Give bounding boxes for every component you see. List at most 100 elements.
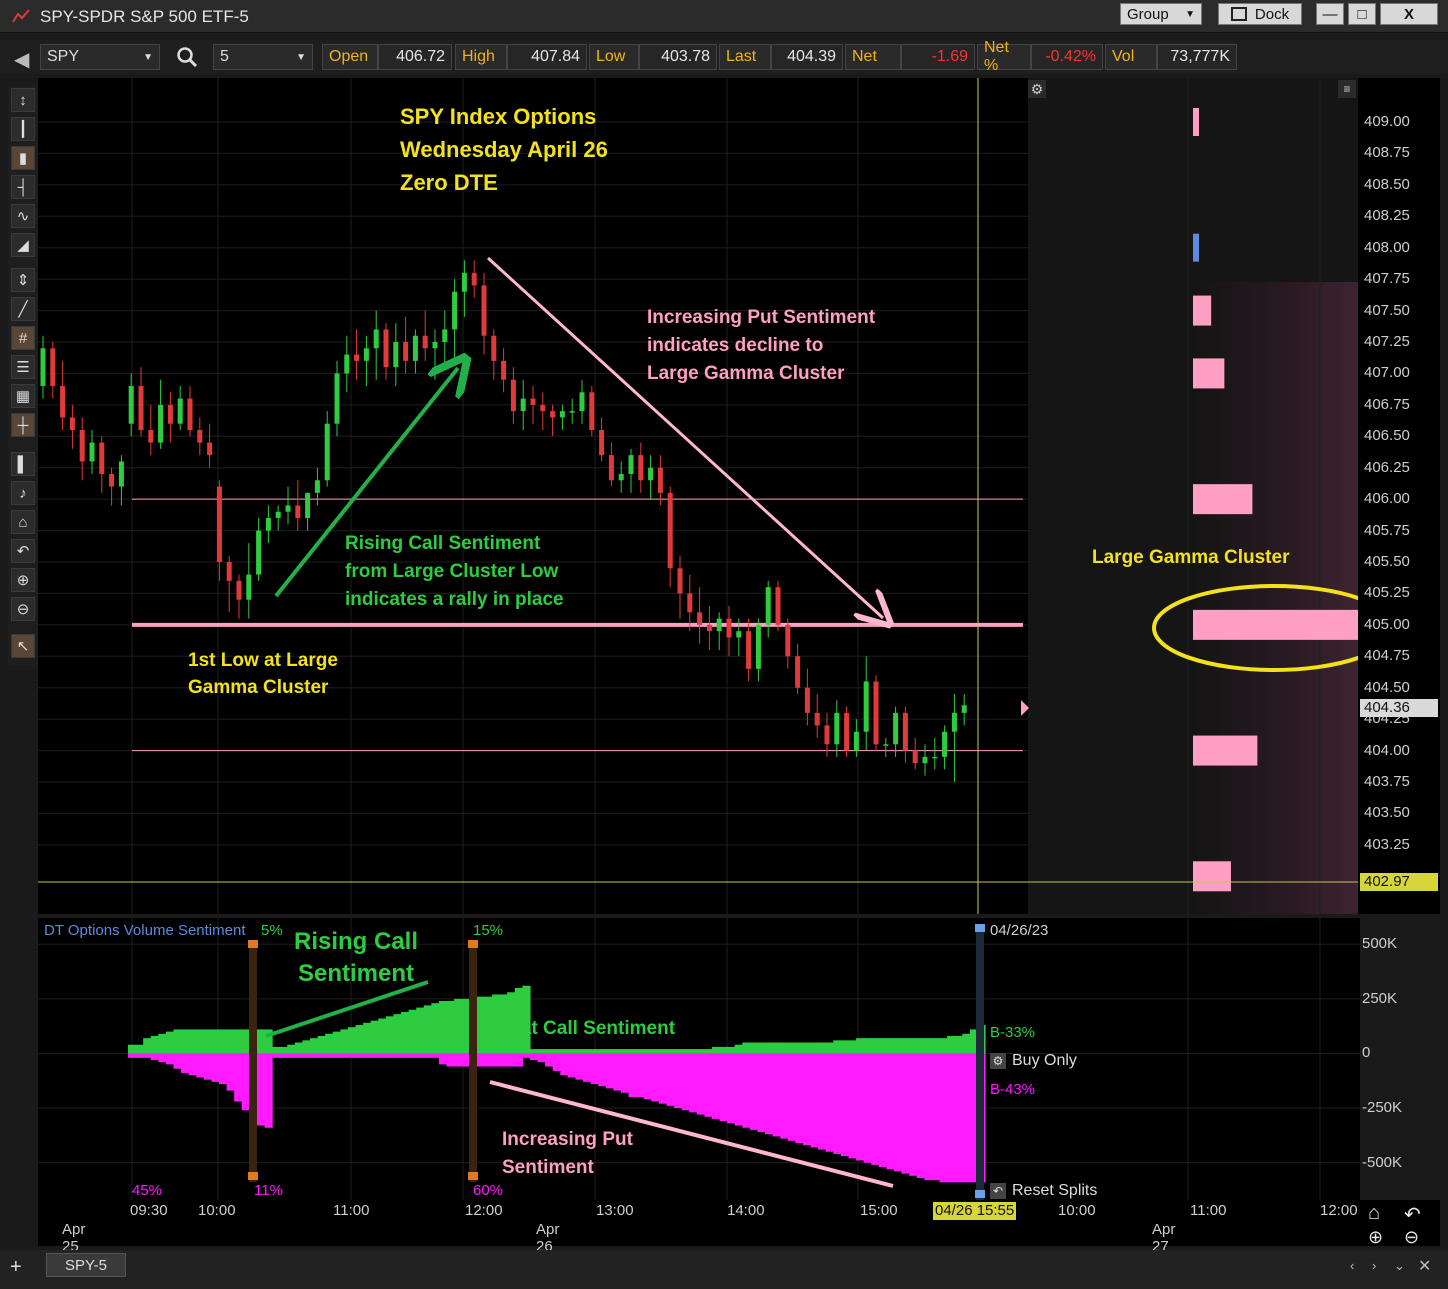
- candle: [922, 744, 928, 776]
- call-volume-bar: [916, 1038, 925, 1054]
- candle-body: [883, 744, 889, 746]
- home-icon[interactable]: ⌂: [11, 510, 35, 534]
- trendline-icon[interactable]: ╱: [11, 297, 35, 321]
- candle-body: [432, 342, 438, 349]
- price-chart[interactable]: [38, 78, 1360, 914]
- line-chart-icon[interactable]: ∿: [11, 204, 35, 228]
- dock-button[interactable]: Dock: [1218, 3, 1302, 25]
- table-icon[interactable]: ☰: [11, 355, 35, 379]
- candle-body: [961, 705, 967, 713]
- grid-icon[interactable]: #: [11, 326, 35, 350]
- split-handle-3-top[interactable]: [975, 924, 985, 932]
- candle: [256, 518, 262, 581]
- candle: [501, 348, 507, 393]
- split-handle-2-bottom[interactable]: [468, 1172, 478, 1180]
- price-chart-pane[interactable]: ⚙ ≡ SPY Index Options Wednesday April 26…: [38, 78, 1360, 914]
- candle-body: [942, 731, 948, 757]
- split-handle-3-bottom[interactable]: [975, 1190, 985, 1198]
- sentiment-pane[interactable]: DT Options Volume Sentiment 5% 15% 45% 1…: [38, 918, 1360, 1202]
- candle: [873, 675, 879, 751]
- price-tick-label: 403.50: [1364, 804, 1410, 822]
- candlestick-icon[interactable]: ▮: [11, 146, 35, 170]
- candle: [599, 417, 605, 462]
- interval-select[interactable]: 5 ▼: [213, 44, 313, 70]
- ruler-icon[interactable]: ▌: [11, 452, 35, 476]
- put-volume-bar: [878, 1053, 888, 1168]
- minimize-button[interactable]: —: [1316, 3, 1344, 25]
- add-tab-icon[interactable]: +: [10, 1256, 22, 1279]
- undo-icon[interactable]: ↶: [1404, 1202, 1421, 1227]
- put-volume-bar: [423, 1053, 432, 1058]
- candle-body: [579, 392, 585, 412]
- candle-body: [520, 398, 526, 412]
- put-volume-bar: [287, 1053, 296, 1058]
- candle-body: [814, 712, 820, 726]
- home-icon[interactable]: ⌂: [1368, 1202, 1380, 1225]
- call-volume-bar: [370, 1020, 379, 1054]
- put-volume-bar: [749, 1053, 759, 1130]
- put-volume-bar: [378, 1053, 387, 1058]
- cursor-cross-icon[interactable]: ↕: [11, 88, 35, 112]
- scale-icon[interactable]: ⇕: [11, 268, 35, 292]
- search-icon[interactable]: [176, 46, 198, 73]
- split-handle-1-top[interactable]: [248, 940, 258, 948]
- price-tick-label: 403.25: [1364, 835, 1410, 853]
- call-volume-bar: [833, 1040, 842, 1054]
- candle-body: [216, 486, 222, 562]
- split-marker-1[interactable]: [249, 940, 257, 1182]
- minimize-icon: —: [1322, 5, 1338, 23]
- split-handle-2-top[interactable]: [468, 940, 478, 948]
- crosshair-icon[interactable]: ┼: [11, 413, 35, 437]
- call-volume-bar: [408, 1009, 417, 1054]
- tab-menu-icon[interactable]: ⌄: [1394, 1258, 1405, 1274]
- time-tick-label: 12:00: [465, 1202, 503, 1219]
- tab-spy-5[interactable]: SPY-5: [46, 1253, 126, 1277]
- note-icon[interactable]: ♪: [11, 481, 35, 505]
- put-volume-bar: [529, 1053, 539, 1060]
- candle-body: [177, 398, 183, 424]
- reset-icon: ↶: [990, 1183, 1006, 1199]
- call-volume-bar: [461, 998, 470, 1054]
- candle-body: [893, 712, 899, 745]
- call-volume-bar: [545, 1049, 554, 1054]
- ohlc-icon[interactable]: ┤: [11, 175, 35, 199]
- menu-icon[interactable]: ≡: [1338, 80, 1356, 98]
- split-marker-3[interactable]: [976, 924, 984, 1200]
- last-price-tag: 404.36: [1360, 699, 1438, 717]
- undo-icon[interactable]: ↶: [11, 539, 35, 563]
- split-handle-1-bottom[interactable]: [248, 1172, 258, 1180]
- call-volume-bar: [598, 1049, 607, 1054]
- zoom-in-icon[interactable]: ⊕: [1368, 1227, 1383, 1248]
- zoom-in-icon[interactable]: ⊕: [11, 568, 35, 592]
- group-dropdown[interactable]: Group ▼: [1120, 3, 1202, 25]
- sentiment-chart[interactable]: [38, 918, 1360, 1202]
- pointer-icon[interactable]: ↖: [11, 634, 35, 658]
- zoom-out-icon[interactable]: ⊖: [1404, 1227, 1419, 1248]
- candle: [158, 379, 164, 449]
- close-button[interactable]: X: [1380, 3, 1438, 25]
- call-volume-bar: [924, 1038, 933, 1054]
- reset-splits-button[interactable]: ↶ Reset Splits: [990, 1182, 1097, 1200]
- put-volume-bar: [772, 1053, 781, 1137]
- tab-next-icon[interactable]: ›: [1372, 1258, 1376, 1273]
- area-chart-icon[interactable]: ◢: [11, 233, 35, 257]
- candle: [491, 329, 497, 380]
- tab-prev-icon[interactable]: ‹: [1350, 1258, 1354, 1273]
- split-marker-2[interactable]: [469, 940, 477, 1182]
- gear-icon[interactable]: ⚙: [1028, 80, 1046, 98]
- price-tick-label: 406.25: [1364, 458, 1410, 476]
- pct-bottom-3: 60%: [473, 1182, 504, 1199]
- maximize-button[interactable]: □: [1348, 3, 1376, 25]
- window-icon[interactable]: ▦: [11, 384, 35, 408]
- collapse-left-icon[interactable]: ◀: [14, 47, 29, 72]
- buy-only-toggle[interactable]: ⚙ Buy Only: [990, 1052, 1077, 1070]
- call-volume-bar: [893, 1038, 903, 1054]
- low-label: Low: [589, 44, 639, 70]
- bar-chart-icon[interactable]: ┃: [11, 117, 35, 141]
- symbol-input[interactable]: SPY ▼: [40, 44, 160, 70]
- call-volume-bar: [878, 1038, 888, 1054]
- call-volume-bar: [613, 1049, 622, 1054]
- zoom-out-icon[interactable]: ⊖: [11, 597, 35, 621]
- candle: [373, 310, 379, 380]
- close-icon[interactable]: ✕: [1418, 1256, 1431, 1276]
